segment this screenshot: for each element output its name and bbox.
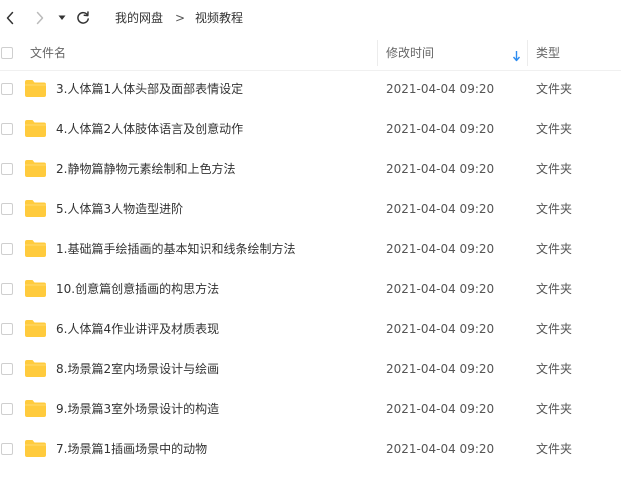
breadcrumb-root[interactable]: 我的网盘 bbox=[115, 10, 163, 26]
table-row[interactable]: 5.人体篇3人物造型进阶 2021-04-04 09:20 文件夹 bbox=[0, 189, 621, 229]
folder-icon bbox=[25, 280, 46, 297]
chevron-left-icon bbox=[6, 11, 14, 25]
file-modified-time: 2021-04-04 09:20 bbox=[386, 282, 495, 296]
table-row[interactable]: 4.人体篇2人体肢体语言及创意动作 2021-04-04 09:20 文件夹 bbox=[0, 109, 621, 149]
table-row[interactable]: 7.场景篇1插画场景中的动物 2021-04-04 09:20 文件夹 bbox=[0, 429, 621, 469]
file-type: 文件夹 bbox=[536, 282, 573, 296]
file-name[interactable]: 1.基础篇手绘插画的基本知识和线条绘制方法 bbox=[56, 241, 295, 257]
history-dropdown[interactable] bbox=[56, 6, 68, 30]
file-modified-time: 2021-04-04 09:20 bbox=[386, 402, 495, 416]
file-name[interactable]: 9.场景篇3室外场景设计的构造 bbox=[56, 401, 219, 417]
table-row[interactable]: 3.人体篇1人体头部及面部表情设定 2021-04-04 09:20 文件夹 bbox=[0, 69, 621, 109]
row-checkbox[interactable] bbox=[1, 283, 13, 295]
column-header-time[interactable]: 修改时间 bbox=[386, 45, 434, 61]
breadcrumb-current: 视频教程 bbox=[195, 11, 244, 25]
table-row[interactable]: 9.场景篇3室外场景设计的构造 2021-04-04 09:20 文件夹 bbox=[0, 389, 621, 429]
column-divider[interactable] bbox=[377, 40, 378, 66]
column-header-name[interactable]: 文件名 bbox=[30, 45, 66, 61]
row-checkbox[interactable] bbox=[1, 123, 13, 135]
forward-button[interactable] bbox=[32, 6, 48, 30]
file-name[interactable]: 6.人体篇4作业讲评及材质表现 bbox=[56, 321, 219, 337]
file-type: 文件夹 bbox=[536, 442, 573, 456]
file-type: 文件夹 bbox=[536, 362, 573, 376]
file-name[interactable]: 5.人体篇3人物造型进阶 bbox=[56, 201, 183, 217]
folder-icon bbox=[25, 360, 46, 377]
row-checkbox[interactable] bbox=[1, 163, 13, 175]
file-modified-time: 2021-04-04 09:20 bbox=[386, 242, 495, 256]
row-checkbox[interactable] bbox=[1, 363, 13, 375]
row-checkbox[interactable] bbox=[1, 323, 13, 335]
file-type: 文件夹 bbox=[536, 122, 573, 136]
file-type: 文件夹 bbox=[536, 162, 573, 176]
breadcrumb-separator: > bbox=[175, 11, 186, 25]
row-checkbox[interactable] bbox=[1, 83, 13, 95]
row-checkbox[interactable] bbox=[1, 203, 13, 215]
column-divider[interactable] bbox=[527, 40, 528, 66]
sort-toggle[interactable] bbox=[512, 47, 521, 66]
column-header-type[interactable]: 类型 bbox=[536, 45, 560, 61]
table-row[interactable]: 10.创意篇创意插画的构思方法 2021-04-04 09:20 文件夹 bbox=[0, 269, 621, 309]
table-row[interactable]: 6.人体篇4作业讲评及材质表现 2021-04-04 09:20 文件夹 bbox=[0, 309, 621, 349]
select-all-checkbox[interactable] bbox=[1, 47, 13, 59]
file-modified-time: 2021-04-04 09:20 bbox=[386, 202, 495, 216]
file-modified-time: 2021-04-04 09:20 bbox=[386, 162, 495, 176]
file-name[interactable]: 3.人体篇1人体头部及面部表情设定 bbox=[56, 81, 243, 97]
file-modified-time: 2021-04-04 09:20 bbox=[386, 322, 495, 336]
folder-icon bbox=[25, 320, 46, 337]
folder-icon bbox=[25, 240, 46, 257]
file-type: 文件夹 bbox=[536, 322, 573, 336]
folder-icon bbox=[25, 160, 46, 177]
refresh-button[interactable] bbox=[74, 6, 92, 30]
file-name[interactable]: 2.静物篇静物元素绘制和上色方法 bbox=[56, 161, 235, 177]
folder-icon bbox=[25, 80, 46, 97]
file-name[interactable]: 10.创意篇创意插画的构思方法 bbox=[56, 281, 219, 297]
file-type: 文件夹 bbox=[536, 202, 573, 216]
file-modified-time: 2021-04-04 09:20 bbox=[386, 82, 495, 96]
row-checkbox[interactable] bbox=[1, 443, 13, 455]
caret-down-icon bbox=[58, 15, 66, 20]
file-modified-time: 2021-04-04 09:20 bbox=[386, 122, 495, 136]
file-modified-time: 2021-04-04 09:20 bbox=[386, 442, 495, 456]
table-row[interactable]: 1.基础篇手绘插画的基本知识和线条绘制方法 2021-04-04 09:20 文… bbox=[0, 229, 621, 269]
file-name[interactable]: 7.场景篇1插画场景中的动物 bbox=[56, 441, 207, 457]
file-type: 文件夹 bbox=[536, 402, 573, 416]
file-modified-time: 2021-04-04 09:20 bbox=[386, 362, 495, 376]
folder-icon bbox=[25, 120, 46, 137]
folder-icon bbox=[25, 200, 46, 217]
refresh-icon bbox=[77, 11, 89, 24]
file-type: 文件夹 bbox=[536, 82, 573, 96]
file-type: 文件夹 bbox=[536, 242, 573, 256]
table-row[interactable]: 2.静物篇静物元素绘制和上色方法 2021-04-04 09:20 文件夹 bbox=[0, 149, 621, 189]
file-name[interactable]: 4.人体篇2人体肢体语言及创意动作 bbox=[56, 121, 243, 137]
row-checkbox[interactable] bbox=[1, 403, 13, 415]
file-name[interactable]: 8.场景篇2室内场景设计与绘画 bbox=[56, 361, 219, 377]
folder-icon bbox=[25, 440, 46, 457]
folder-icon bbox=[25, 400, 46, 417]
back-button[interactable] bbox=[2, 6, 18, 30]
chevron-right-icon bbox=[36, 11, 44, 25]
arrow-down-icon bbox=[512, 51, 521, 62]
table-row[interactable]: 8.场景篇2室内场景设计与绘画 2021-04-04 09:20 文件夹 bbox=[0, 349, 621, 389]
row-checkbox[interactable] bbox=[1, 243, 13, 255]
navigation-bar: 我的网盘 > 视频教程 bbox=[0, 0, 621, 36]
file-list-header: 文件名 修改时间 类型 bbox=[0, 36, 621, 71]
